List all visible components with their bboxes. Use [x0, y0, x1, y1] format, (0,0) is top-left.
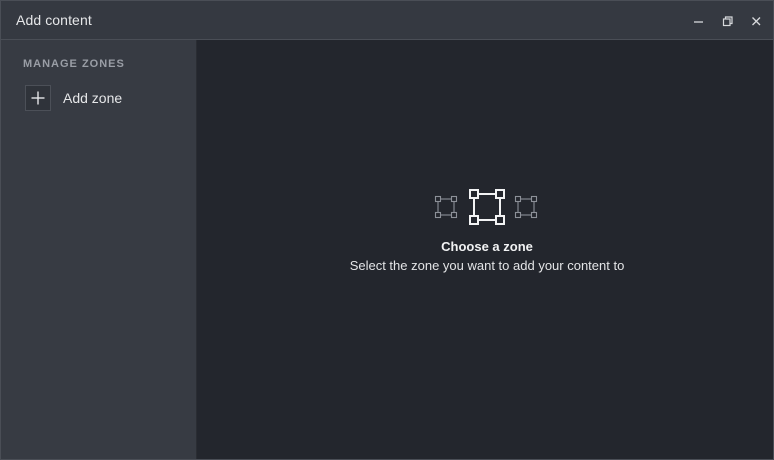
manage-zones-heading: MANAGE ZONES — [23, 58, 125, 70]
minimize-icon — [694, 21, 703, 23]
main-content: Choose a zone Select the zone you want t… — [197, 40, 773, 459]
zone-frame-large-icon — [469, 189, 505, 225]
title-bar[interactable]: Add content — [1, 1, 773, 40]
close-button[interactable] — [745, 10, 767, 32]
add-content-window: Add content MANAGE ZONES Add zone Choose… — [0, 0, 774, 460]
zone-frame-small-icon — [514, 195, 538, 219]
zone-selection-icon — [434, 186, 540, 226]
window-title: Add content — [16, 12, 92, 28]
sidebar: MANAGE ZONES Add zone — [1, 40, 197, 459]
minimize-button[interactable] — [687, 10, 709, 32]
maximize-button[interactable] — [716, 10, 738, 32]
zone-frame-small-icon — [434, 195, 458, 219]
add-zone-label: Add zone — [63, 90, 123, 106]
close-icon — [752, 17, 761, 26]
plus-icon — [25, 85, 51, 111]
restore-icon — [722, 16, 733, 27]
empty-state-title: Choose a zone — [441, 239, 533, 254]
empty-state: Choose a zone Select the zone you want t… — [197, 186, 773, 286]
add-zone-button[interactable]: Add zone — [25, 85, 175, 111]
empty-state-subtitle: Select the zone you want to add your con… — [349, 258, 625, 273]
